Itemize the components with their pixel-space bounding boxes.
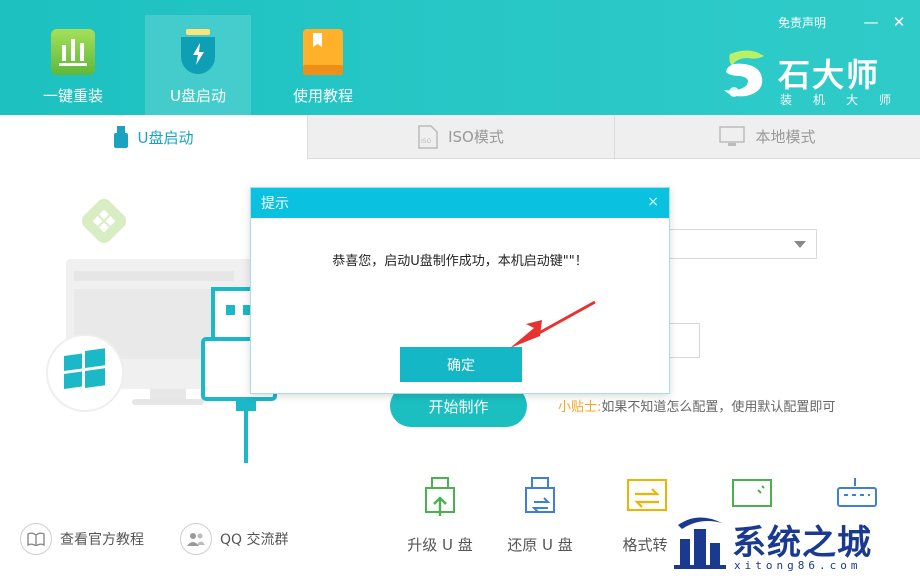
- users-icon: [180, 523, 212, 555]
- dialog-title: 提示: [261, 196, 289, 212]
- usb-drive-icon: [113, 126, 128, 148]
- format-convert-icon: [627, 479, 667, 511]
- dialog-message: 恭喜您，启动U盘制作成功，本机启动键""！: [332, 254, 588, 269]
- tip-label: 小贴士:: [558, 400, 602, 415]
- tool-upgrade-usb[interactable]: 升级 U 盘: [395, 474, 485, 564]
- chevron-down-icon: [794, 241, 806, 248]
- nav-usb-boot[interactable]: U盘启动: [145, 15, 251, 115]
- watermark-text: 系统之城: [732, 523, 872, 563]
- usb-restore-icon: [525, 477, 555, 513]
- mode-tabs: U盘启动 ISO ISO模式 本地模式: [0, 115, 920, 159]
- bottom-links: 查看官方教程 QQ 交流群: [20, 523, 325, 555]
- tab-usb-boot[interactable]: U盘启动: [0, 115, 307, 159]
- tab-iso-mode[interactable]: ISO ISO模式: [307, 115, 614, 159]
- option-field[interactable]: [665, 323, 700, 358]
- link-label: QQ 交流群: [220, 532, 289, 548]
- nav-label: 一键重装: [42, 87, 103, 105]
- nav-tutorial[interactable]: 使用教程: [270, 15, 376, 115]
- disclaimer-link[interactable]: 免责声明: [778, 14, 826, 31]
- nav-label: U盘启动: [170, 87, 226, 105]
- usb-shield-icon: [181, 29, 215, 74]
- red-arrow-annotation: [510, 300, 596, 348]
- brand-subtitle: 装机大师: [780, 93, 913, 107]
- tool-restore-usb[interactable]: 还原 U 盘: [495, 474, 585, 564]
- watermark-city-icon: [674, 517, 726, 569]
- usb-upgrade-icon: [425, 477, 455, 516]
- dialog-header: 提示 ×: [251, 188, 669, 218]
- nav-label: 使用教程: [292, 87, 353, 105]
- svg-text:ISO: ISO: [421, 138, 432, 145]
- brand-logo: 石大师 装机大师: [720, 48, 900, 108]
- tool-label: 还原 U 盘: [507, 536, 573, 554]
- tab-label: 本地模式: [755, 128, 816, 146]
- tab-label: U盘启动: [137, 128, 194, 147]
- iso-file-icon: ISO: [418, 124, 438, 149]
- tip-text: 小贴士:如果不知道怎么配置，使用默认配置即可: [558, 396, 835, 415]
- brand-name: 石大师: [778, 56, 881, 94]
- close-button[interactable]: ✕: [890, 13, 908, 31]
- dialog-close-button[interactable]: ×: [647, 194, 659, 210]
- qq-group-link[interactable]: QQ 交流群: [180, 523, 289, 555]
- book-open-icon: [20, 523, 52, 555]
- tab-local-mode[interactable]: 本地模式: [614, 115, 920, 159]
- tip-body: 如果不知道怎么配置，使用默认配置即可: [601, 400, 836, 415]
- device-select[interactable]: [665, 229, 817, 259]
- window-controls: 免责声明 — ✕: [778, 13, 908, 31]
- watermark-url: xitong86.com: [734, 559, 862, 572]
- bar-chart-icon: [51, 29, 95, 75]
- official-tutorial-link[interactable]: 查看官方教程: [20, 523, 144, 555]
- book-icon: [303, 29, 343, 75]
- tool-label: 升级 U 盘: [407, 536, 473, 554]
- app-header: 一键重装 U盘启动 使用教程 免责声明 — ✕ 石大师 装机大师: [0, 0, 920, 115]
- tab-label: ISO模式: [448, 128, 504, 146]
- watermark-logo: 系统之城 xitong86.com: [672, 507, 912, 577]
- link-label: 查看官方教程: [60, 532, 144, 548]
- minimize-button[interactable]: —: [862, 13, 880, 31]
- logo-icon: [724, 50, 764, 97]
- nav-reinstall[interactable]: 一键重装: [20, 15, 126, 115]
- monitor-icon: [719, 125, 746, 146]
